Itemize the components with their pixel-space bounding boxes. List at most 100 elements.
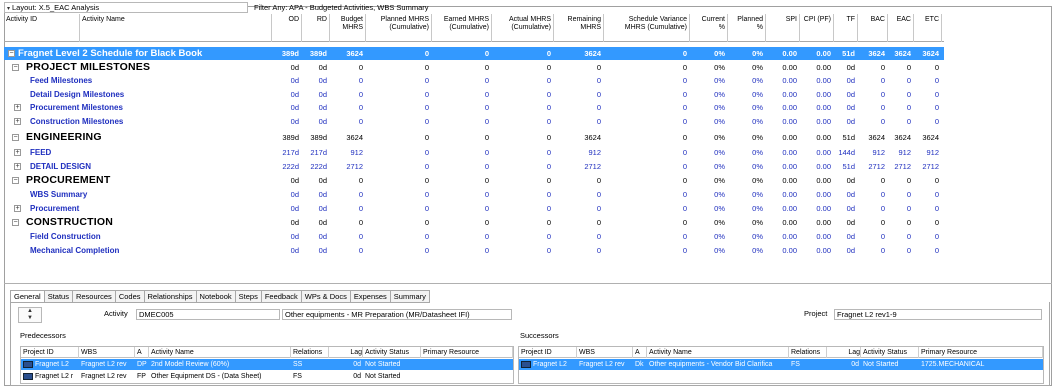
collapse-icon[interactable]: − bbox=[8, 50, 15, 57]
activity-name: Procurement Milestones bbox=[30, 103, 123, 112]
table-row[interactable]: + Procurement 0d 0d 0 0 0 0 0 0 0% 0% 0.00 0.00 0d 0 0 0 bbox=[4, 202, 944, 215]
cell-earned: 0 bbox=[484, 218, 489, 227]
successors-col-relations[interactable]: Relations bbox=[789, 347, 827, 358]
table-row[interactable]: Field Construction 0d 0d 0 0 0 0 0 0 0% 0% 0.00 0.00… bbox=[4, 230, 944, 243]
successors-col-activity-name[interactable]: Activity Name bbox=[647, 347, 789, 358]
successors-col-a[interactable]: A bbox=[633, 347, 647, 358]
collapse-icon[interactable]: − bbox=[12, 64, 19, 71]
predecessors-row[interactable]: Fragnet L2 r Fragnet L2 rev FP Other Equipm… bbox=[21, 371, 513, 382]
column-header-activity-id[interactable]: Activity ID bbox=[4, 14, 80, 42]
cell-earned: 0 bbox=[484, 232, 489, 241]
cell-actual: 0 bbox=[546, 162, 551, 171]
cell-cpi: 0.00 bbox=[816, 133, 831, 142]
column-header-activity-name[interactable]: Activity Name bbox=[80, 14, 272, 42]
activity-name: DETAIL DESIGN bbox=[30, 162, 92, 171]
predecessors-cell: Fragnet L2 bbox=[21, 359, 79, 370]
column-header-cpi[interactable]: CPI (PF) bbox=[800, 14, 834, 42]
column-header-spi[interactable]: SPI bbox=[766, 14, 800, 42]
cell-schedvar: 0 bbox=[682, 133, 687, 142]
predecessors-col-lag[interactable]: Lag bbox=[329, 347, 363, 358]
activity-name: Procurement bbox=[30, 204, 80, 213]
wbs-group-row[interactable]: − ENGINEERING 389d 389d 3624 0 0 0 3624 0 0% 0% 0.00… bbox=[4, 131, 944, 144]
cell-cpi: 0.00 bbox=[816, 76, 831, 85]
cell-schedvar: 0 bbox=[682, 176, 687, 185]
predecessors-col-a[interactable]: A bbox=[135, 347, 149, 358]
column-header-tf[interactable]: TF bbox=[834, 14, 858, 42]
cell-spi: 0.00 bbox=[782, 176, 797, 185]
table-row[interactable]: − Fragnet Level 2 Schedule for Black Book… bbox=[4, 47, 944, 60]
expand-icon[interactable]: + bbox=[14, 149, 21, 156]
layout-selector[interactable]: ▾ Layout: X.5_EAC Analysis bbox=[4, 2, 248, 13]
table-row[interactable]: + DETAIL DESIGN 222d 222d 2712 0 0 0 2712 0 0% 0% 0.… bbox=[4, 160, 944, 173]
cell-remaining: 0 bbox=[596, 176, 601, 185]
column-header-schedvar[interactable]: Schedule Variance MHRS (Cumulative) bbox=[604, 14, 690, 42]
cell-od: 0d bbox=[290, 232, 299, 241]
activity-name: Field Construction bbox=[30, 232, 101, 241]
cell-spi: 0.00 bbox=[782, 133, 797, 142]
successors-col-activity-status[interactable]: Activity Status bbox=[861, 347, 919, 358]
cell-current: 0% bbox=[714, 103, 725, 112]
column-header-plannedpct[interactable]: Planned % bbox=[728, 14, 766, 42]
cell-rd: 0d bbox=[318, 246, 327, 255]
successors-col-primary-resource[interactable]: Primary Resource bbox=[919, 347, 1043, 358]
predecessors-col-activity-name[interactable]: Activity Name bbox=[149, 347, 291, 358]
project-field[interactable]: Fragnet L2 rev1-9 bbox=[834, 309, 1042, 320]
table-row[interactable]: + Construction Milestones 0d 0d 0 0 0 0 0 0 0% 0% 0.… bbox=[4, 115, 944, 128]
collapse-icon[interactable]: − bbox=[12, 219, 19, 226]
cell-etc: 0 bbox=[934, 63, 939, 72]
activity-name-field[interactable]: Other equipments - MR Preparation (MR/Da… bbox=[282, 309, 512, 320]
column-header-earned[interactable]: Earned MHRS (Cumulative) bbox=[432, 14, 492, 42]
table-row[interactable]: + FEED 217d 217d 912 0 0 0 912 0 0% 0% 0.00 0.00 144d 9… bbox=[4, 146, 944, 159]
expand-icon[interactable]: + bbox=[14, 104, 21, 111]
activity-id-field[interactable]: DMEC005 bbox=[136, 309, 280, 320]
column-header-rd[interactable]: RD bbox=[302, 14, 330, 42]
predecessors-col-primary-resource[interactable]: Primary Resource bbox=[421, 347, 513, 358]
table-row[interactable]: + Procurement Milestones 0d 0d 0 0 0 0 0 0 0% 0% 0.0… bbox=[4, 101, 944, 114]
expand-icon[interactable]: + bbox=[14, 163, 21, 170]
cell-planned: 0 bbox=[424, 117, 429, 126]
project-label: Project bbox=[804, 309, 828, 318]
table-row[interactable]: WBS Summary 0d 0d 0 0 0 0 0 0 0% 0% 0.00 0.00 0d 0 0 0 bbox=[4, 188, 944, 201]
cell-current: 0% bbox=[714, 190, 725, 199]
cell-cpi: 0.00 bbox=[816, 148, 831, 157]
predecessors-col-activity-status[interactable]: Activity Status bbox=[363, 347, 421, 358]
collapse-icon[interactable]: − bbox=[12, 134, 19, 141]
expand-icon[interactable]: + bbox=[14, 118, 21, 125]
predecessors-col-project-id[interactable]: Project ID bbox=[21, 347, 79, 358]
pane-divider[interactable] bbox=[4, 283, 1052, 285]
cell-remaining: 3624 bbox=[584, 49, 601, 58]
successors-table: Project ID WBS A Activity Name Relations Lag A… bbox=[518, 346, 1044, 384]
predecessors-cell: Not Started bbox=[365, 373, 401, 380]
column-header-actual[interactable]: Actual MHRS (Cumulative) bbox=[492, 14, 554, 42]
successors-col-wbs[interactable]: WBS bbox=[577, 347, 633, 358]
column-header-etc[interactable]: ETC bbox=[914, 14, 942, 42]
wbs-group-row[interactable]: − CONSTRUCTION 0d 0d 0 0 0 0 0 0 0% 0% 0.00 0.00 0d 0 0 0 bbox=[4, 216, 944, 229]
predecessors-col-wbs[interactable]: WBS bbox=[79, 347, 135, 358]
cell-etc: 3624 bbox=[922, 133, 939, 142]
predecessors-row[interactable]: Fragnet L2 Fragnet L2 rev DP 2nd Model Revi… bbox=[21, 359, 513, 370]
column-header-od[interactable]: OD bbox=[272, 14, 302, 42]
column-header-bac[interactable]: BAC bbox=[858, 14, 888, 42]
wbs-group-row[interactable]: − PROJECT MILESTONES 0d 0d 0 0 0 0 0 0 0% 0% 0.00 0.0… bbox=[4, 61, 944, 74]
successors-col-lag[interactable]: Lag bbox=[827, 347, 861, 358]
cell-bac: 912 bbox=[872, 148, 885, 157]
wbs-group-row[interactable]: − PROCUREMENT 0d 0d 0 0 0 0 0 0 0% 0% 0.00 0.00 0d 0 0 0 bbox=[4, 174, 944, 187]
cell-actual: 0 bbox=[546, 103, 551, 112]
expand-icon[interactable]: + bbox=[14, 205, 21, 212]
cell-actual: 0 bbox=[546, 63, 551, 72]
column-header-current[interactable]: Current % bbox=[690, 14, 728, 42]
column-header-budget[interactable]: Budget MHRS bbox=[330, 14, 366, 42]
table-row[interactable]: Feed Milestones 0d 0d 0 0 0 0 0 0 0% 0% 0.00 0.00 0d 0… bbox=[4, 74, 944, 87]
column-header-planned[interactable]: Planned MHRS (Cumulative) bbox=[366, 14, 432, 42]
activity-navigator[interactable]: ▲ ▼ bbox=[18, 307, 42, 323]
cell-rd: 0d bbox=[318, 117, 327, 126]
column-header-remaining[interactable]: Remaining MHRS bbox=[554, 14, 604, 42]
collapse-icon[interactable]: − bbox=[12, 177, 19, 184]
predecessors-col-relations[interactable]: Relations bbox=[291, 347, 329, 358]
successors-col-project-id[interactable]: Project ID bbox=[519, 347, 577, 358]
predecessors-cell: FP bbox=[137, 373, 146, 380]
successors-row[interactable]: Fragnet L2 Fragnet L2 rev Dk Other equipmen… bbox=[519, 359, 1043, 370]
table-row[interactable]: Detail Design Milestones 0d 0d 0 0 0 0 0 0 0% 0% 0.… bbox=[4, 88, 944, 101]
column-header-eac[interactable]: EAC bbox=[888, 14, 914, 42]
table-row[interactable]: Mechanical Completion 0d 0d 0 0 0 0 0 0 0% 0% 0.00 0… bbox=[4, 244, 944, 257]
